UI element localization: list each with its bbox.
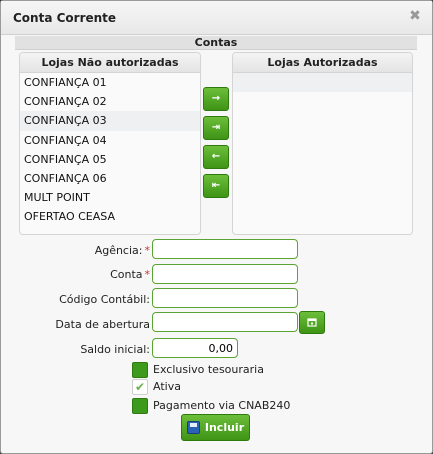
data-abertura-label: Data de abertura (55, 318, 150, 331)
conta-field[interactable] (152, 264, 298, 284)
conta-label: Conta * (110, 268, 150, 281)
ativa-label: Ativa (153, 380, 181, 393)
list-item[interactable]: OFERTAO CEASA (20, 207, 200, 226)
agencia-label: Agência: * (95, 244, 150, 257)
list-item[interactable]: CONFIANÇA 03 (20, 111, 200, 131)
calendar-icon (307, 318, 317, 327)
list-item[interactable]: CONFIANÇA 01 (20, 73, 200, 92)
calendar-button[interactable] (299, 311, 325, 334)
required-marker: * (144, 268, 151, 281)
move-all-left-button[interactable]: ⇤ (203, 174, 229, 198)
move-all-right-button[interactable]: ⇥ (203, 116, 229, 140)
cnab240-label: Pagamento via CNAB240 (153, 399, 291, 412)
saldo-inicial-field[interactable] (152, 338, 238, 358)
unauthorized-stores-header: Lojas Não autorizadas (20, 53, 200, 73)
incluir-label: Incluir (204, 421, 245, 434)
incluir-button[interactable]: Incluir (181, 414, 250, 441)
arrow-left-icon: ← (211, 151, 221, 162)
conta-label-text: Conta (110, 268, 143, 281)
close-icon[interactable]: ✖ (408, 9, 422, 23)
cnab240-checkbox[interactable] (132, 398, 148, 414)
list-item[interactable]: MULT POINT (20, 188, 200, 207)
exclusivo-tesouraria-checkbox[interactable] (132, 362, 148, 378)
conta-corrente-dialog: Conta Corrente ✖ Contas Lojas Não autori… (0, 0, 433, 454)
list-item[interactable]: CONFIANÇA 05 (20, 150, 200, 169)
ativa-checkbox[interactable]: ✔ (132, 379, 148, 395)
list-item[interactable]: CONFIANÇA 04 (20, 131, 200, 150)
check-icon: ✔ (134, 380, 146, 394)
exclusivo-tesouraria-label: Exclusivo tesouraria (153, 363, 264, 376)
agencia-label-text: Agência: (94, 244, 143, 257)
codigo-contabil-label: Código Contábil: (59, 293, 150, 306)
section-header-contas: Contas (15, 36, 417, 50)
arrow-right-icon: → (211, 93, 221, 104)
codigo-contabil-field[interactable] (152, 288, 298, 308)
authorized-stores-items (233, 73, 412, 93)
list-item[interactable]: CONFIANÇA 06 (20, 169, 200, 188)
required-marker: * (144, 244, 151, 257)
floppy-disk-icon (186, 421, 200, 434)
dialog-title: Conta Corrente (13, 11, 117, 25)
list-item[interactable]: CONFIANÇA 02 (20, 92, 200, 111)
unauthorized-stores-list[interactable]: Lojas Não autorizadas CONFIANÇA 01 CONFI… (19, 52, 201, 235)
data-abertura-field[interactable] (152, 312, 298, 332)
saldo-inicial-label: Saldo inicial: (80, 343, 150, 356)
dialog-titlebar: Conta Corrente ✖ (1, 1, 432, 35)
authorized-stores-header: Lojas Autorizadas (233, 53, 412, 73)
move-one-left-button[interactable]: ← (203, 145, 229, 169)
agencia-field[interactable] (152, 239, 298, 259)
move-one-right-button[interactable]: → (203, 87, 229, 111)
arrow-to-end-icon: ⇥ (211, 122, 221, 133)
list-item-empty (233, 73, 412, 93)
authorized-stores-list[interactable]: Lojas Autorizadas (232, 52, 413, 235)
arrow-to-start-icon: ⇤ (211, 180, 221, 191)
